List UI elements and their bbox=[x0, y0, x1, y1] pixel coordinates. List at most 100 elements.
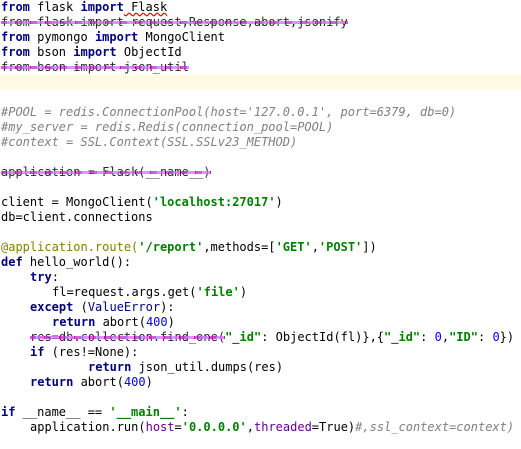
number-literal: 400 bbox=[145, 315, 168, 329]
string-literal: "_id" bbox=[384, 330, 421, 344]
code-text: ]) bbox=[362, 240, 377, 254]
decorator: @application.route( bbox=[1, 240, 139, 254]
number-literal: 0 bbox=[492, 330, 500, 344]
comment: #my_server = redis.Redis(connection_pool… bbox=[1, 120, 334, 134]
code-line-comment-3[interactable]: #context = SSL.Context(SSL.SSLv23_METHOD… bbox=[0, 135, 521, 150]
client-assign: client = MongoClient( bbox=[1, 195, 153, 209]
exception-name: ValueError bbox=[87, 300, 161, 314]
code-line-decorator[interactable]: @application.route('/report',methods=['G… bbox=[0, 240, 521, 255]
code-text: : ObjectId(fl)},{ bbox=[261, 330, 385, 344]
code-editor[interactable]: from flask import Flask from flask impor… bbox=[0, 0, 521, 449]
comment: #context = SSL.Context(SSL.SSLv23_METHOD… bbox=[1, 135, 298, 149]
code-text: ( bbox=[73, 300, 88, 314]
code-line-comment-2[interactable]: #my_server = redis.Redis(connection_pool… bbox=[0, 120, 521, 135]
code-text: = bbox=[174, 420, 182, 434]
keyword: import bbox=[80, 0, 124, 14]
code-text: ) bbox=[145, 375, 153, 389]
string-literal: 'GET' bbox=[275, 240, 312, 254]
code-line-5[interactable]: from bson import json_util bbox=[0, 60, 521, 75]
code-line-db[interactable]: db=client.connections bbox=[0, 210, 521, 225]
code-text: : bbox=[51, 270, 59, 284]
code-line-comment-1[interactable]: #POOL = redis.ConnectionPool(host='127.0… bbox=[0, 105, 521, 120]
code-text: , bbox=[311, 240, 319, 254]
code-text: abort( bbox=[73, 375, 124, 389]
code-line-run[interactable]: application.run(host='0.0.0.0',threaded=… bbox=[0, 420, 521, 435]
code-line-fl[interactable]: fl=request.args.get('file') bbox=[0, 285, 521, 300]
comment: #,ssl_context=context) bbox=[355, 420, 515, 434]
comment: #POOL = redis.ConnectionPool(host='127.0… bbox=[1, 105, 457, 119]
string-literal: '0.0.0.0' bbox=[181, 420, 247, 434]
keyword: except bbox=[30, 300, 74, 314]
keyword: from bbox=[1, 0, 30, 14]
code-line-def[interactable]: def hello_world(): bbox=[0, 255, 521, 270]
code-line-app[interactable]: application = Flask(__name__) bbox=[0, 165, 521, 180]
code-line-return-abort-2[interactable]: return abort(400) bbox=[0, 375, 521, 390]
keyword: if bbox=[30, 345, 45, 359]
number-literal: 400 bbox=[123, 375, 146, 389]
code-text: abort( bbox=[95, 315, 146, 329]
string-literal: 'localhost:27017' bbox=[152, 195, 276, 209]
code-line-main-if[interactable]: if __name__ == '__main__': bbox=[0, 405, 521, 420]
code-text: ) bbox=[167, 315, 175, 329]
keyword: from bbox=[1, 30, 30, 44]
code-text: : bbox=[477, 330, 493, 344]
string-literal: "ID" bbox=[449, 330, 478, 344]
code-line-4[interactable]: from bson import ObjectId bbox=[0, 45, 521, 60]
code-line-3[interactable]: from pymongo import MongoClient bbox=[0, 30, 521, 45]
module-name: flask bbox=[29, 0, 81, 14]
code-line-try[interactable]: try: bbox=[0, 270, 521, 285]
code-text: application.run( bbox=[30, 420, 146, 434]
code-text: , bbox=[246, 420, 254, 434]
paren: ) bbox=[275, 195, 283, 209]
imported-name: ObjectId bbox=[116, 45, 182, 59]
number-literal: 0 bbox=[434, 330, 442, 344]
code-text: ) bbox=[239, 285, 248, 299]
code-line-if-res[interactable]: if (res!=None): bbox=[0, 345, 521, 360]
code-text: __name__ == bbox=[15, 405, 110, 419]
code-text: =True) bbox=[311, 420, 356, 434]
app-assignment: application = Flask(__name__) bbox=[1, 165, 211, 179]
keyword: import bbox=[94, 30, 139, 44]
code-text: (res!=None): bbox=[44, 345, 139, 359]
keyword: return bbox=[30, 375, 74, 389]
glitched-import-line: from bson import json_util bbox=[1, 60, 189, 74]
function-name: hello_world(): bbox=[22, 255, 132, 269]
code-text: : bbox=[420, 330, 435, 344]
keyword: def bbox=[1, 255, 23, 269]
db-assign: db=client.connections bbox=[1, 210, 153, 224]
code-text: , bbox=[441, 330, 450, 344]
code-line-2[interactable]: from flask import request,Response,abort… bbox=[0, 15, 521, 30]
keyword: try bbox=[30, 270, 52, 284]
code-line-return-dumps[interactable]: return json_util.dumps(res) bbox=[0, 360, 521, 375]
string-literal: '/report' bbox=[138, 240, 204, 254]
glitched-res-call: res=db.collection.find_one( bbox=[30, 330, 226, 344]
code-line-except[interactable]: except (ValueError): bbox=[0, 300, 521, 315]
keyword: import bbox=[73, 45, 117, 59]
code-line-return-abort[interactable]: return abort(400) bbox=[0, 315, 521, 330]
keyword: return bbox=[52, 315, 96, 329]
code-text: json_util.dumps(res) bbox=[131, 360, 284, 374]
module-name: bson bbox=[29, 45, 74, 59]
code-text: fl=request.args.get( bbox=[52, 285, 197, 299]
module-name: pymongo bbox=[29, 30, 95, 44]
keyword: if bbox=[1, 405, 16, 419]
imported-name: MongoClient bbox=[138, 30, 225, 44]
code-text: }) bbox=[499, 330, 515, 344]
string-literal: 'POST' bbox=[318, 240, 363, 254]
code-text: ,methods=[ bbox=[203, 240, 276, 254]
code-text: : bbox=[181, 405, 189, 419]
code-line-1[interactable]: from flask import Flask bbox=[0, 0, 521, 15]
current-line-highlight[interactable] bbox=[0, 75, 521, 89]
keyword: from bbox=[1, 45, 30, 59]
code-text: ): bbox=[160, 300, 175, 314]
string-literal: "_id" bbox=[225, 330, 262, 344]
string-literal: '__main__' bbox=[109, 405, 182, 419]
code-line-client[interactable]: client = MongoClient('localhost:27017') bbox=[0, 195, 521, 210]
glitched-import-line: from flask import request,Response,abort… bbox=[1, 15, 348, 29]
code-line-res[interactable]: res=db.collection.find_one("_id": Object… bbox=[0, 330, 521, 345]
imported-name: Flask bbox=[123, 0, 168, 14]
keyword: return bbox=[88, 360, 132, 374]
keyword-argument: threaded bbox=[254, 420, 312, 434]
keyword-argument: host bbox=[145, 420, 175, 434]
string-literal: 'file' bbox=[196, 285, 240, 299]
